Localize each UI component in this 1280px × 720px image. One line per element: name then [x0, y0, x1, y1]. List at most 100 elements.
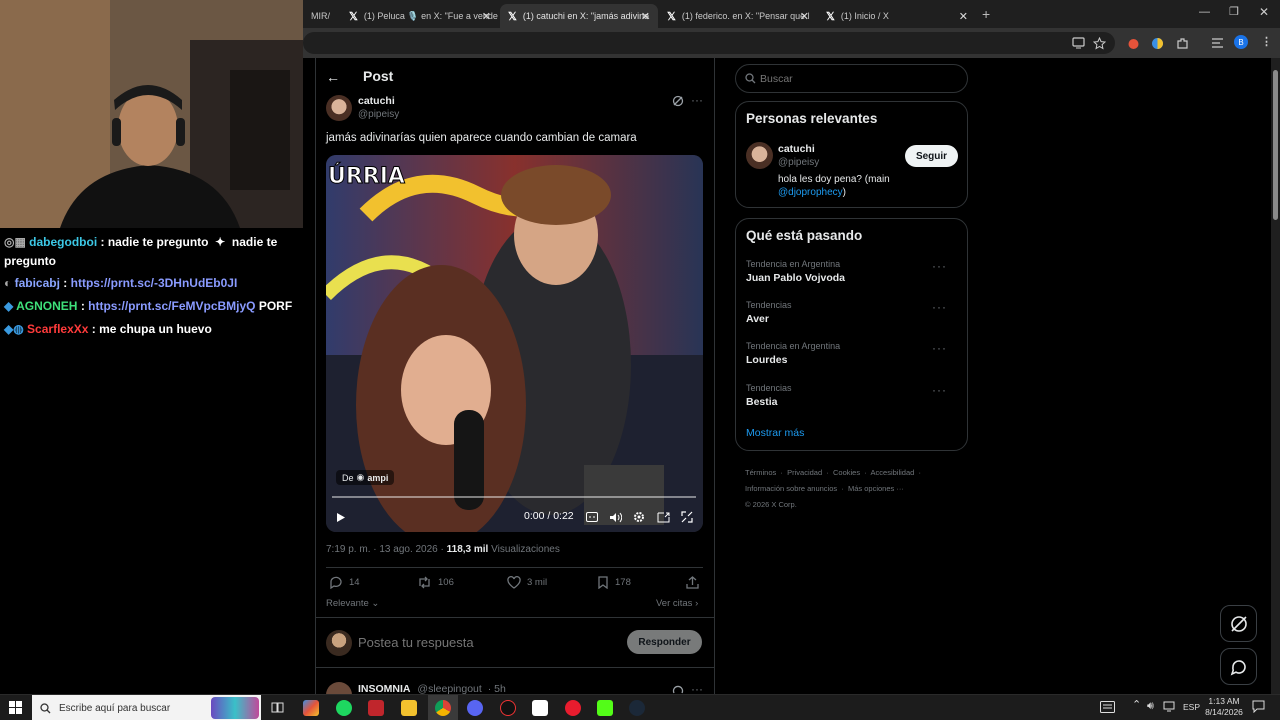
- address-bar[interactable]: [303, 32, 1115, 54]
- grok-float-button[interactable]: [1220, 605, 1257, 642]
- copilot-app-icon[interactable]: [303, 700, 319, 716]
- reply-submit-button[interactable]: Responder: [627, 630, 702, 654]
- trend-more-icon[interactable]: ···: [932, 383, 947, 397]
- like-button[interactable]: 3 mil: [507, 576, 547, 589]
- volume-tray-icon[interactable]: 🔊︎: [1147, 700, 1154, 713]
- reply-input[interactable]: [358, 632, 618, 652]
- follow-button[interactable]: Seguir: [905, 145, 958, 167]
- minimize-icon[interactable]: —: [1199, 6, 1210, 18]
- repost-button[interactable]: 106: [417, 576, 454, 589]
- screen-cast-icon[interactable]: [1070, 35, 1086, 51]
- kick-app-icon[interactable]: [597, 700, 613, 716]
- author-name[interactable]: catuchi: [358, 95, 395, 107]
- trend-item[interactable]: Tendencia en Argentina Juan Pablo Vojvoda…: [746, 259, 959, 284]
- footer-link-ads-info[interactable]: Información sobre anuncios: [745, 484, 837, 493]
- window-close-icon[interactable]: ✕: [1259, 5, 1269, 19]
- trend-item[interactable]: Tendencias Bestia ···: [746, 383, 959, 408]
- trend-item[interactable]: Tendencia en Argentina Lourdes ···: [746, 341, 959, 366]
- share-button[interactable]: [686, 576, 699, 589]
- fullscreen-icon[interactable]: [681, 510, 693, 524]
- app-icon[interactable]: [500, 700, 516, 716]
- new-tab-button[interactable]: +: [982, 6, 990, 22]
- page-scrollbar[interactable]: [1271, 58, 1280, 694]
- close-tab-icon[interactable]: ✕: [959, 10, 968, 23]
- footer-link-more[interactable]: Más opciones ···: [848, 484, 904, 493]
- grok-icon[interactable]: [672, 95, 684, 107]
- relevant-avatar[interactable]: [746, 142, 773, 169]
- relevance-dropdown[interactable]: Relevante ⌄: [326, 598, 379, 609]
- trend-more-icon[interactable]: ···: [932, 259, 947, 273]
- author-handle[interactable]: @pipeisy: [358, 109, 399, 120]
- reply-button[interactable]: 14: [329, 576, 360, 589]
- trend-item[interactable]: Tendencias Aver ···: [746, 300, 959, 325]
- opera-app-icon[interactable]: [565, 700, 581, 716]
- clock[interactable]: 1:13 AM 8/14/2026: [1203, 696, 1245, 718]
- browser-tab-active[interactable]: 𝕏 (1) catuchi en X: "jamás adivina ✕: [500, 4, 658, 28]
- video-progress-bar[interactable]: [332, 496, 696, 498]
- discord-app-icon[interactable]: [467, 700, 483, 716]
- chat-username[interactable]: AGNONEH: [16, 299, 77, 313]
- file-explorer-icon[interactable]: [401, 700, 417, 716]
- reading-list-icon[interactable]: [1209, 35, 1225, 51]
- bookmark-star-icon[interactable]: [1091, 35, 1107, 51]
- chat-username[interactable]: dabegodboi: [29, 235, 97, 249]
- browser-tab[interactable]: 𝕏 (1) federico. en X: "Pensar que l ✕: [659, 4, 817, 28]
- author-avatar[interactable]: [326, 95, 352, 121]
- view-quotes-link[interactable]: Ver citas ›: [656, 598, 698, 609]
- language-indicator[interactable]: ESP: [1183, 702, 1200, 712]
- relevant-name[interactable]: catuchi: [778, 143, 815, 155]
- network-tray-icon[interactable]: [1163, 700, 1176, 712]
- post-more-icon[interactable]: ···: [691, 93, 703, 107]
- browser-tab[interactable]: 𝕏 (1) Peluca 🎙️ en X: "Fue a vende ✕: [341, 4, 499, 28]
- close-tab-icon[interactable]: ✕: [800, 10, 809, 23]
- notification-tray-icon[interactable]: [1100, 701, 1115, 713]
- video-source-badge[interactable]: De ◉ ampi: [336, 470, 395, 485]
- show-more-link[interactable]: Mostrar más: [746, 427, 804, 439]
- chat-link[interactable]: https://prnt.sc/FeMVpcBMjyQ: [88, 299, 255, 313]
- restore-icon[interactable]: ❐: [1229, 5, 1239, 18]
- trend-more-icon[interactable]: ···: [932, 300, 947, 314]
- close-tab-icon[interactable]: ✕: [641, 10, 650, 23]
- footer-link-cookies[interactable]: Cookies: [833, 468, 860, 477]
- settings-gear-icon[interactable]: [633, 510, 645, 524]
- captions-icon[interactable]: [586, 510, 598, 524]
- taskbar-search[interactable]: Escribe aquí para buscar: [32, 695, 261, 720]
- volume-icon[interactable]: [609, 510, 622, 524]
- chat-link[interactable]: https://prnt.sc/-3DHnUdEb0JI: [71, 276, 238, 290]
- chat-username[interactable]: fabicabj: [15, 276, 60, 290]
- browser-tab[interactable]: 𝕏 (1) Inicio / X ✕: [818, 4, 976, 28]
- relevant-handle[interactable]: @pipeisy: [778, 157, 819, 168]
- footer-link-accessibility[interactable]: Accesibilidad: [871, 468, 915, 477]
- browser-menu-icon[interactable]: ⋮: [1261, 35, 1272, 48]
- steam-app-icon[interactable]: [629, 700, 645, 716]
- search-box[interactable]: [735, 64, 968, 93]
- extensions-puzzle-icon[interactable]: [1174, 35, 1190, 51]
- chat-text: PORF: [258, 299, 293, 313]
- close-tab-icon[interactable]: ✕: [482, 10, 491, 23]
- back-arrow-icon[interactable]: ←: [326, 69, 340, 85]
- search-input[interactable]: [760, 72, 950, 85]
- messages-float-button[interactable]: [1220, 648, 1257, 685]
- profile-avatar[interactable]: B: [1234, 35, 1248, 49]
- extension-fox-icon[interactable]: [1125, 35, 1141, 51]
- pip-icon[interactable]: [657, 510, 670, 524]
- task-view-icon[interactable]: [271, 701, 284, 714]
- spotify-app-icon[interactable]: [336, 700, 352, 716]
- notifications-icon[interactable]: [1252, 700, 1265, 713]
- video-app-icon[interactable]: [368, 700, 384, 716]
- bookmark-button[interactable]: 178: [597, 576, 631, 589]
- chat-message: ◐ fabicabj : https://prnt.sc/-3DHnUdEb0J…: [4, 274, 237, 293]
- show-hidden-icons[interactable]: ⌃: [1132, 698, 1141, 711]
- bio-mention-link[interactable]: @djoprophecy: [778, 187, 843, 198]
- app-icon[interactable]: [532, 700, 548, 716]
- chrome-app-icon[interactable]: [435, 700, 451, 716]
- browser-tab[interactable]: MIR/: [303, 4, 341, 28]
- play-icon[interactable]: [336, 510, 346, 524]
- chat-username[interactable]: ScarflexXx: [27, 322, 88, 336]
- grok-icon[interactable]: [672, 684, 684, 694]
- trend-more-icon[interactable]: ···: [932, 341, 947, 355]
- footer-link-terms[interactable]: Términos: [745, 468, 776, 477]
- windows-start-icon[interactable]: [9, 701, 22, 714]
- extension-color-icon[interactable]: [1149, 35, 1165, 51]
- footer-link-privacy[interactable]: Privacidad: [787, 468, 822, 477]
